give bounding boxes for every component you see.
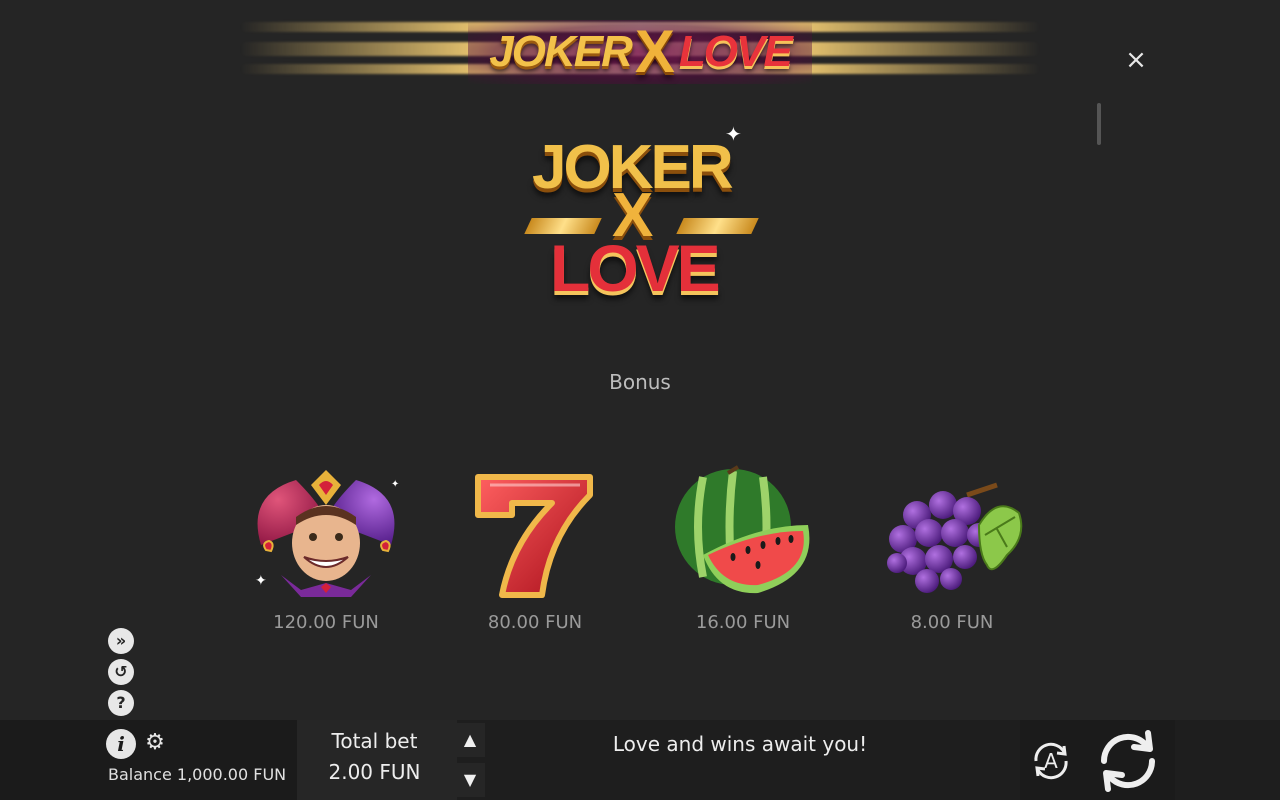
watermelon-icon (675, 465, 810, 594)
symbol-payout: 120.00 FUN (273, 612, 379, 633)
info-icon[interactable]: i (106, 729, 136, 759)
symbol-payout: 80.00 FUN (487, 612, 583, 633)
turbo-icon[interactable]: » (108, 628, 134, 654)
game-logo-small: JOKER X LOVE (468, 20, 812, 84)
svg-text:✦: ✦ (255, 573, 267, 589)
scrollbar-thumb[interactable] (1097, 103, 1101, 145)
logo-word-joker: JOKER (489, 27, 633, 76)
svg-text:✦: ✦ (391, 479, 399, 490)
grapes-icon (887, 482, 1023, 593)
symbol-payout: 16.00 FUN (695, 612, 791, 633)
paytable-symbol-watermelon: 16.00 FUN (658, 465, 828, 645)
paytable-symbol-joker: ✦ ✦ 120.00 FUN (241, 465, 411, 645)
paytable-symbol-seven: 80.00 FUN (450, 465, 620, 645)
joker-icon: ✦ ✦ (255, 470, 399, 597)
total-bet-label: Total bet (331, 729, 418, 753)
symbol-payout: 8.00 FUN (910, 612, 994, 633)
game-logo-large: JOKER X LOVE ✦ (520, 122, 760, 322)
gear-icon[interactable]: ⚙ (143, 731, 167, 755)
top-banner-logo: JOKER X LOVE (240, 8, 1040, 88)
bet-decrease-button[interactable]: ▼ (455, 763, 485, 797)
big-logo-word-love: LOVE (550, 231, 721, 305)
history-icon[interactable]: ↺ (108, 659, 134, 685)
status-message: Love and wins await you! (612, 732, 868, 756)
bet-increase-button[interactable]: ▲ (455, 723, 485, 757)
section-title: Bonus (609, 370, 671, 394)
spin-icon (1100, 730, 1156, 792)
help-icon[interactable]: ? (108, 690, 134, 716)
spin-button[interactable] (1094, 727, 1162, 795)
total-bet-value: 2.00 FUN (328, 760, 421, 784)
logo-word-love: LOVE (678, 27, 793, 76)
autoplay-icon: A (1034, 742, 1068, 780)
paytable-symbol-grapes: 8.00 FUN (867, 465, 1037, 645)
autoplay-label: A (1044, 749, 1058, 773)
close-button[interactable]: × (1124, 47, 1148, 73)
sparkle-icon: ✦ (725, 122, 742, 146)
seven-icon (475, 474, 593, 598)
logo-x: X (634, 18, 675, 85)
balance-display: Balance 1,000.00 FUN (108, 765, 287, 784)
autoplay-button[interactable]: A (1028, 738, 1074, 784)
